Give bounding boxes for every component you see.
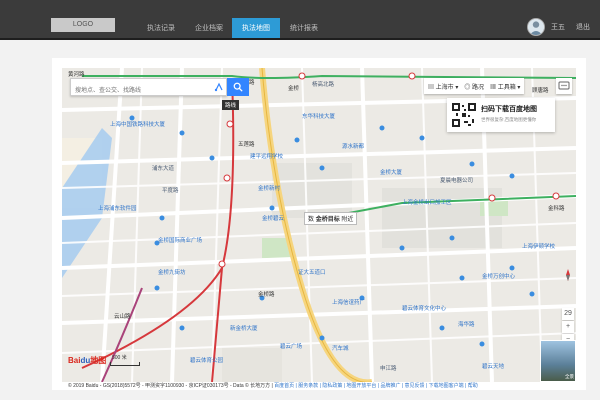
top-navbar: LOGO 执法记录 企业档案 执法地图 统计报表 王五 退出 bbox=[0, 0, 600, 40]
zoom-level: 29 bbox=[562, 308, 574, 320]
map-label: 黄河路 bbox=[68, 72, 85, 78]
message-button[interactable] bbox=[556, 78, 572, 94]
map-label: 云山路 bbox=[114, 314, 131, 320]
map-label: 浦东大道 bbox=[152, 166, 175, 172]
map-label: 源水新都 bbox=[342, 144, 365, 150]
zoom-in-button[interactable]: + bbox=[562, 321, 574, 333]
map-label: 上海浦东软件园 bbox=[98, 206, 137, 212]
compass-icon[interactable] bbox=[561, 268, 575, 282]
map-label: 建平远翔学校 bbox=[250, 154, 284, 160]
copyright-links[interactable]: 百度首页 | 服务条款 | 隐私政策 | 地图开放平台 | 品牌推广 | 意见反… bbox=[274, 383, 478, 389]
qr-code-icon bbox=[451, 102, 477, 128]
map-label: 夏晨电器公司 bbox=[440, 178, 474, 184]
user-name[interactable]: 王五 bbox=[551, 22, 565, 32]
toolbox-menu[interactable]: ▦ 工具箱 ▾ bbox=[490, 82, 520, 91]
map-label: 五莲路 bbox=[238, 142, 255, 148]
map-label: 碧云体育文化中心 bbox=[402, 306, 447, 312]
search-icon bbox=[233, 82, 243, 92]
baidu-logo: Baidu地图 bbox=[68, 356, 107, 365]
map-canvas[interactable]: 黄河路 东陆路 金桥 五莲路 顾唐路 杨高北路 上海中国铁路科技大厦 东华科技大… bbox=[62, 68, 576, 382]
avatar[interactable] bbox=[527, 18, 545, 36]
selected-poi-label[interactable]: 数 金桥目标 附近 bbox=[304, 212, 358, 225]
map-label: 上海伊顿学校 bbox=[522, 244, 556, 250]
map-label: 金桥大厦 bbox=[380, 170, 403, 176]
tab-statistics-report[interactable]: 统计报表 bbox=[280, 18, 328, 40]
map-search-box bbox=[70, 78, 227, 99]
map-label: 海华路 bbox=[458, 322, 475, 328]
tab-enforcement-records[interactable]: 执法记录 bbox=[136, 18, 186, 40]
qr-subtitle: 世界很复杂,百度地图更懂你 bbox=[481, 117, 537, 122]
scale-label: 500 米 bbox=[112, 355, 127, 361]
city-selector[interactable]: ▤ 上海市 ▾ bbox=[428, 82, 458, 91]
map-label: 金桥万创中心 bbox=[482, 274, 516, 280]
logo: LOGO bbox=[51, 18, 115, 32]
map-label: 碧云天地 bbox=[482, 364, 505, 370]
map-label: 上海信谊药厂 bbox=[332, 300, 366, 306]
message-icon bbox=[558, 81, 570, 90]
panorama-thumbnail[interactable]: 全景 bbox=[540, 340, 576, 382]
qr-title: 扫码下载百度地图 bbox=[481, 106, 537, 113]
map-label: 新金桥大厦 bbox=[230, 326, 258, 332]
poi-prefix: 数 bbox=[308, 217, 315, 223]
scale-bar bbox=[110, 362, 140, 366]
map-label: 金桥 bbox=[288, 86, 300, 92]
map-label: 顾唐路 bbox=[532, 88, 549, 94]
route-tooltip: 路线 bbox=[222, 100, 240, 110]
map-label: 上海金桥出口加工区 bbox=[402, 200, 452, 206]
user-avatar-icon bbox=[528, 19, 544, 35]
map-panel: 黄河路 东陆路 金桥 五莲路 顾唐路 杨高北路 上海中国铁路科技大厦 东华科技大… bbox=[52, 58, 586, 390]
map-label: 金桥新村 bbox=[258, 186, 281, 192]
map-label: 金桥路 bbox=[258, 292, 275, 298]
tab-company-files[interactable]: 企业档案 bbox=[186, 18, 232, 40]
map-label: 平度路 bbox=[162, 188, 179, 194]
poi-suffix: 附近 bbox=[341, 217, 354, 223]
map-label: 上海中国铁路科技大厦 bbox=[110, 122, 166, 128]
route-icon[interactable] bbox=[214, 82, 224, 92]
tab-enforcement-map[interactable]: 执法地图 bbox=[232, 18, 280, 40]
map-label: 汽车城 bbox=[332, 346, 349, 352]
poi-name: 金桥目标 bbox=[315, 217, 340, 223]
map-label: 杨高北路 bbox=[312, 82, 335, 88]
map-label: 金科路 bbox=[548, 206, 565, 212]
map-label: 碧云广场 bbox=[280, 344, 303, 350]
map-search-button[interactable] bbox=[227, 78, 249, 96]
map-label: 东华科技大厦 bbox=[302, 114, 336, 120]
qr-download-card[interactable]: 扫码下载百度地图 世界很复杂,百度地图更懂你 bbox=[447, 98, 555, 132]
map-label: 申江路 bbox=[380, 366, 397, 372]
map-toolbar: ▤ 上海市 ▾ ◎ 路况 ▦ 工具箱 ▾ bbox=[424, 78, 525, 94]
map-label: 金桥碧云 bbox=[262, 216, 285, 222]
map-search-input[interactable] bbox=[71, 83, 211, 99]
logout-link[interactable]: 退出 bbox=[576, 22, 590, 32]
map-label: 金桥九街坊 bbox=[158, 270, 186, 276]
map-label: 证大五道口 bbox=[298, 270, 326, 276]
map-label: 金桥国际商业广场 bbox=[158, 238, 203, 244]
map-label: 碧云体育公园 bbox=[190, 358, 224, 364]
traffic-toggle[interactable]: ◎ 路况 bbox=[464, 82, 484, 91]
map-copyright: © 2019 Baidu - GS(2018)5572号 - 甲测资字11009… bbox=[68, 383, 478, 389]
